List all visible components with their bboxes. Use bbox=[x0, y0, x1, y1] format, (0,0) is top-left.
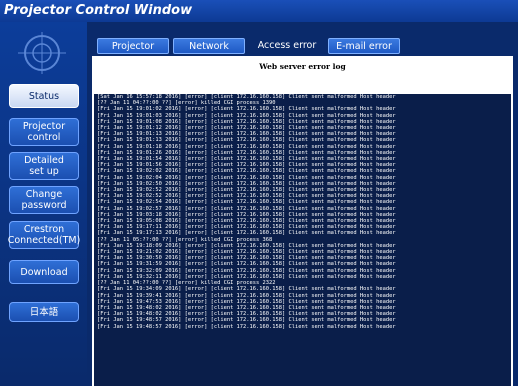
sidebar-item-label: Detailed set up bbox=[24, 155, 64, 177]
main-content: Projector status Network status Access e… bbox=[87, 22, 518, 386]
sidebar-item-detailed-setup[interactable]: Detailed set up bbox=[9, 152, 79, 180]
sidebar-item-label: Download bbox=[20, 266, 68, 278]
sidebar-item-change-password[interactable]: Change password bbox=[9, 186, 79, 214]
sidebar-item-label: Change password bbox=[21, 189, 67, 211]
log-panel: Web server error log [Sat Jan 16 15:57:1… bbox=[92, 56, 513, 386]
log-line: [Fri Jan 15 19:48:57 2016] [error] [clie… bbox=[97, 323, 396, 330]
sidebar-item-label: Crestron Connected(TM) bbox=[7, 224, 81, 246]
sidebar-item-label: Projector control bbox=[22, 121, 66, 143]
tab-access-error-log[interactable]: Access error log bbox=[249, 38, 325, 67]
sidebar: Status Projector control Detailed set up… bbox=[0, 22, 87, 386]
sidebar-item-japanese[interactable]: 日本語 bbox=[9, 302, 79, 322]
sidebar-item-download[interactable]: Download bbox=[9, 260, 79, 284]
sidebar-item-label: Status bbox=[28, 90, 60, 102]
sidebar-item-status[interactable]: Status bbox=[9, 84, 79, 108]
panel-heading: Web server error log bbox=[259, 62, 346, 71]
sidebar-item-label: 日本語 bbox=[29, 306, 59, 318]
tab-network-status[interactable]: Network status bbox=[173, 38, 245, 68]
window-title: Projector Control Window bbox=[0, 0, 518, 22]
sidebar-item-crestron[interactable]: Crestron Connected(TM) bbox=[7, 221, 81, 249]
error-log-list[interactable]: [Sat Jan 16 15:57:18 2016] [error] [clie… bbox=[94, 94, 511, 386]
projector-lens-logo-icon bbox=[18, 32, 66, 74]
tab-projector-status[interactable]: Projector status bbox=[97, 38, 169, 68]
sidebar-item-projector-control[interactable]: Projector control bbox=[9, 118, 79, 146]
tab-email-error-log[interactable]: E-mail error log bbox=[328, 38, 400, 68]
